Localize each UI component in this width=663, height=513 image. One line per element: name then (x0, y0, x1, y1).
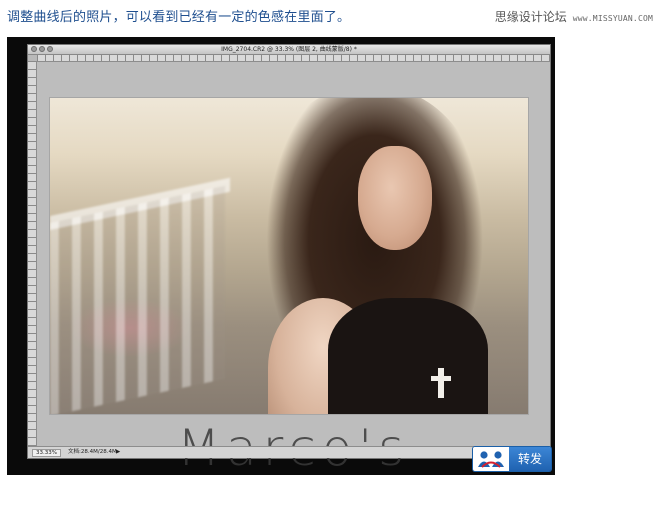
document-title: IMG_2704.CR2 @ 33.3% (图层 2, 曲线蒙版/8) * (221, 46, 357, 53)
article-header: 调整曲线后的照片，可以看到已经有一定的色感在里面了。 思缘设计论坛 www.MI… (0, 0, 663, 34)
canvas-area[interactable]: Marco's (37, 62, 550, 475)
site-url: www.MISSYUAN.COM (572, 14, 653, 23)
photo-caption: 调整曲线后的照片，可以看到已经有一定的色感在里面了。 (7, 10, 351, 25)
black-top (328, 298, 488, 414)
site-name: 思缘设计论坛 (494, 10, 567, 24)
people-logo-icon (473, 447, 509, 471)
horizontal-ruler[interactable] (37, 55, 550, 62)
balcony-railing (50, 185, 225, 414)
document-size: 文档:28.4M/28.4M (68, 449, 117, 455)
face (358, 146, 432, 250)
status-bar: 33.33% 文档:28.4M/28.4M ▶ (28, 446, 550, 458)
cross-necklace-icon (431, 368, 451, 398)
photoshop-document-window: IMG_2704.CR2 @ 33.3% (图层 2, 曲线蒙版/8) * Ma… (27, 44, 551, 475)
share-label: 转发 (509, 447, 551, 471)
window-titlebar[interactable]: IMG_2704.CR2 @ 33.3% (图层 2, 曲线蒙版/8) * (28, 45, 550, 55)
share-button[interactable]: 转发 (473, 447, 551, 471)
zoom-level-field[interactable]: 33.33% (32, 449, 61, 457)
vertical-ruler[interactable] (28, 61, 37, 446)
photoshop-screenshot: IMG_2704.CR2 @ 33.3% (图层 2, 曲线蒙版/8) * Ma… (7, 37, 555, 475)
portrait-photo[interactable] (49, 97, 529, 415)
site-watermark: 思缘设计论坛 www.MISSYUAN.COM (495, 8, 653, 25)
status-menu-arrow-icon[interactable]: ▶ (116, 449, 120, 456)
woman-figure (228, 98, 528, 414)
